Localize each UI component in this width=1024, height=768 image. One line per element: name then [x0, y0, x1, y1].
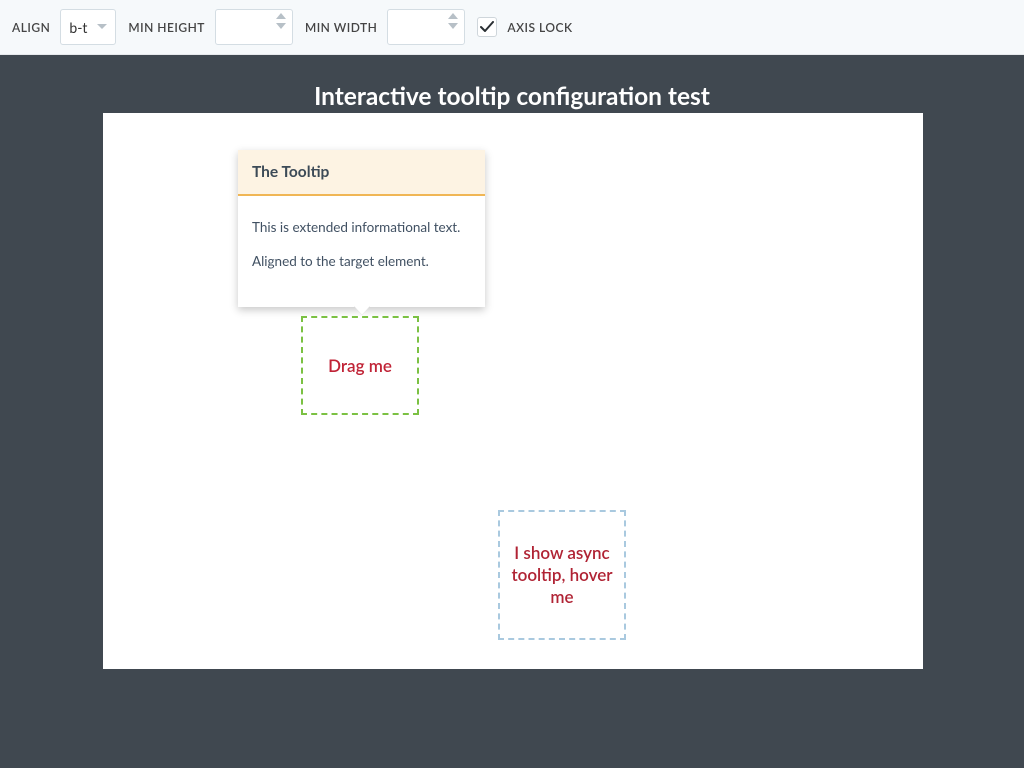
tooltip-body: This is extended informational text. Ali…: [238, 196, 485, 271]
align-label: ALIGN: [12, 20, 50, 35]
axis-lock-checkbox[interactable]: [477, 17, 497, 37]
tooltip: The Tooltip This is extended information…: [238, 150, 485, 307]
min-height-stepper[interactable]: [215, 9, 293, 45]
min-height-spin-up[interactable]: [274, 13, 288, 19]
axis-lock-label: AXIS LOCK: [507, 20, 572, 35]
min-width-input[interactable]: [394, 10, 434, 44]
async-hover-label: I show async tooltip, hover me: [504, 542, 620, 608]
min-height-input[interactable]: [222, 10, 262, 44]
drag-target[interactable]: Drag me: [301, 316, 419, 415]
min-width-spin-down[interactable]: [446, 23, 460, 29]
min-height-label: MIN HEIGHT: [128, 20, 205, 35]
align-select[interactable]: b-t: [60, 9, 116, 45]
align-value: b-t: [69, 19, 87, 36]
min-height-spin-down[interactable]: [274, 23, 288, 29]
min-height-field: MIN HEIGHT: [128, 9, 293, 45]
tooltip-line2: Aligned to the target element.: [252, 252, 471, 271]
axis-lock-field: AXIS LOCK: [477, 17, 572, 37]
drag-target-label: Drag me: [328, 355, 392, 376]
page-title: Interactive tooltip configuration test: [0, 55, 1024, 111]
tooltip-title: The Tooltip: [238, 150, 485, 196]
demo-canvas: The Tooltip This is extended information…: [103, 113, 923, 669]
async-hover-target[interactable]: I show async tooltip, hover me: [498, 510, 626, 640]
min-width-spin-up[interactable]: [446, 13, 460, 19]
tooltip-line1: This is extended informational text.: [252, 218, 471, 237]
toolbar: ALIGN b-t MIN HEIGHT MIN WIDTH: [0, 0, 1024, 55]
tooltip-arrow-icon: [354, 306, 370, 315]
align-field: ALIGN b-t: [12, 9, 116, 45]
min-width-field: MIN WIDTH: [305, 9, 465, 45]
min-width-stepper[interactable]: [387, 9, 465, 45]
chevron-down-icon: [97, 24, 107, 30]
min-width-label: MIN WIDTH: [305, 20, 377, 35]
